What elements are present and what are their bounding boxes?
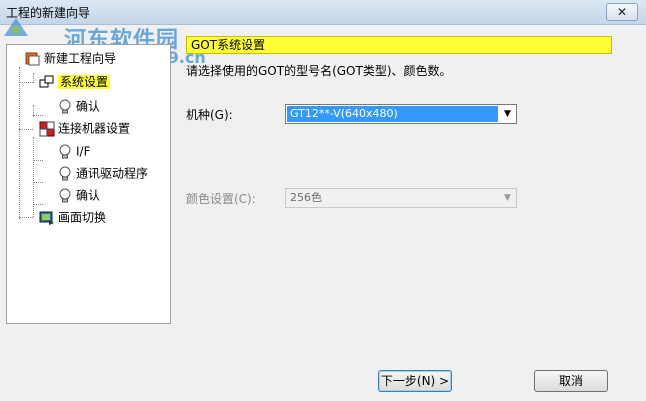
section-header: GOT系统设置	[186, 36, 612, 54]
tree-item-screen-switch[interactable]: 画面切换	[39, 208, 106, 226]
lightbulb-icon	[59, 144, 71, 158]
color-select-value: 256色	[287, 190, 498, 206]
model-label: 机种(G):	[186, 108, 233, 122]
tree-item-comm-driver[interactable]: 通讯驱动程序	[57, 164, 148, 182]
color-select[interactable]: 256色 ▼	[285, 188, 517, 208]
next-button[interactable]: 下一步(N) >	[378, 370, 452, 392]
tree-item-system-settings[interactable]: 系统设置	[39, 72, 111, 90]
connection-icon	[39, 121, 55, 136]
model-select-value: GT12**-V(640x480)	[287, 106, 498, 122]
wizard-icon	[25, 52, 40, 65]
cancel-button[interactable]: 取消	[534, 370, 608, 392]
system-settings-icon	[39, 75, 54, 87]
tree-item-connection-settings[interactable]: 连接机器设置	[39, 119, 130, 137]
lightbulb-icon	[59, 99, 71, 113]
lightbulb-icon	[59, 166, 71, 180]
chevron-down-icon[interactable]: ▼	[499, 189, 516, 207]
screen-switch-icon	[39, 211, 54, 225]
wizard-step-tree[interactable]: 新建工程向导 系统设置 确认 连接机器设置 I/F 通讯驱动程序 确认 画面切换	[6, 44, 171, 324]
lightbulb-icon	[59, 188, 71, 202]
watermark-logo-icon	[4, 18, 28, 36]
section-header-text: GOT系统设置	[191, 38, 266, 52]
tree-item-confirm-2[interactable]: 确认	[57, 186, 100, 204]
model-select[interactable]: GT12**-V(640x480) ▼	[285, 104, 517, 124]
tree-item-if[interactable]: I/F	[57, 142, 90, 160]
tree-item-new-project-wizard[interactable]: 新建工程向导	[25, 49, 116, 67]
color-label: 颜色设置(C):	[186, 192, 256, 206]
chevron-down-icon[interactable]: ▼	[499, 105, 516, 123]
tree-item-confirm-1[interactable]: 确认	[57, 97, 100, 115]
close-button[interactable]: ✕	[606, 3, 638, 21]
instruction-text: 请选择使用的GOT的型号名(GOT类型)、颜色数。	[186, 64, 452, 78]
close-icon: ✕	[616, 5, 628, 19]
